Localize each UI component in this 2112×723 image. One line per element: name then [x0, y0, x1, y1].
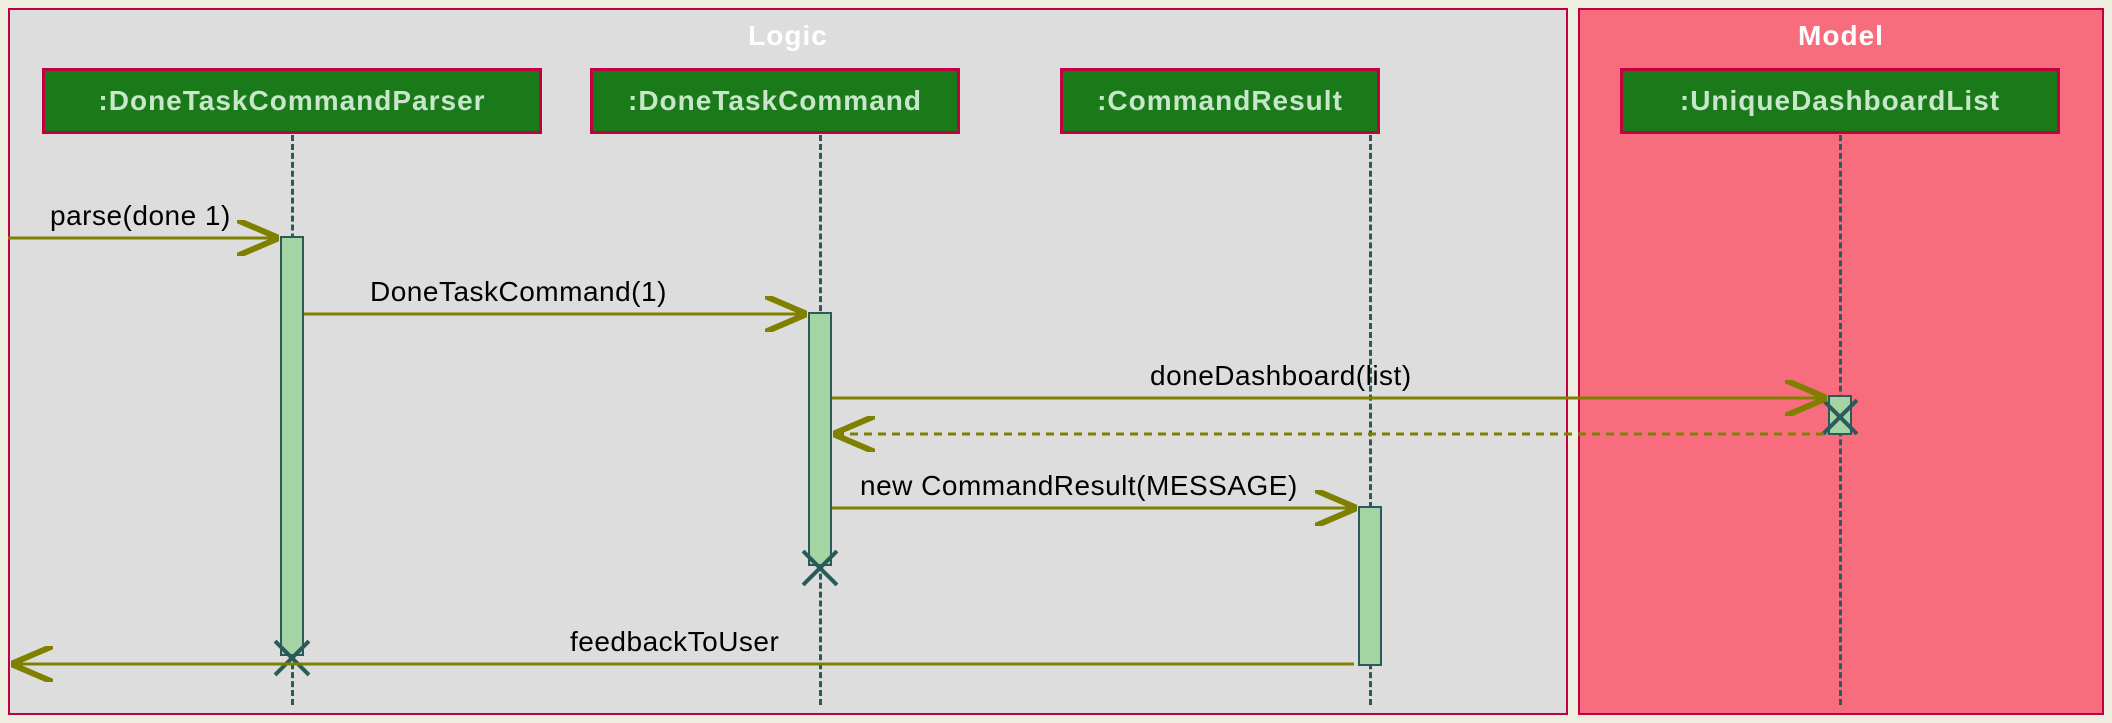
participant-command: :DoneTaskCommand	[590, 68, 960, 134]
destroy-command	[800, 546, 840, 586]
label-feedback: feedbackToUser	[570, 626, 779, 658]
destroy-parser	[272, 636, 312, 676]
participant-parser: :DoneTaskCommandParser	[42, 68, 542, 134]
label-newcommandresult: new CommandResult(MESSAGE)	[860, 470, 1298, 502]
frame-model-title: Model	[1798, 20, 1884, 52]
activation-command	[808, 312, 832, 566]
label-donedashboard: doneDashboard(list)	[1150, 360, 1412, 392]
activation-parser	[280, 236, 304, 656]
label-parse: parse(done 1)	[50, 200, 231, 232]
frame-logic-title: Logic	[748, 20, 828, 52]
participant-dashboard: :UniqueDashboardList	[1620, 68, 2060, 134]
label-donetaskcommand: DoneTaskCommand(1)	[370, 276, 667, 308]
sequence-diagram: Logic Model :DoneTaskCommandParser :Done…	[0, 0, 2112, 723]
destroy-dashboard	[1820, 395, 1860, 435]
participant-result: :CommandResult	[1060, 68, 1380, 134]
activation-result	[1358, 506, 1382, 666]
